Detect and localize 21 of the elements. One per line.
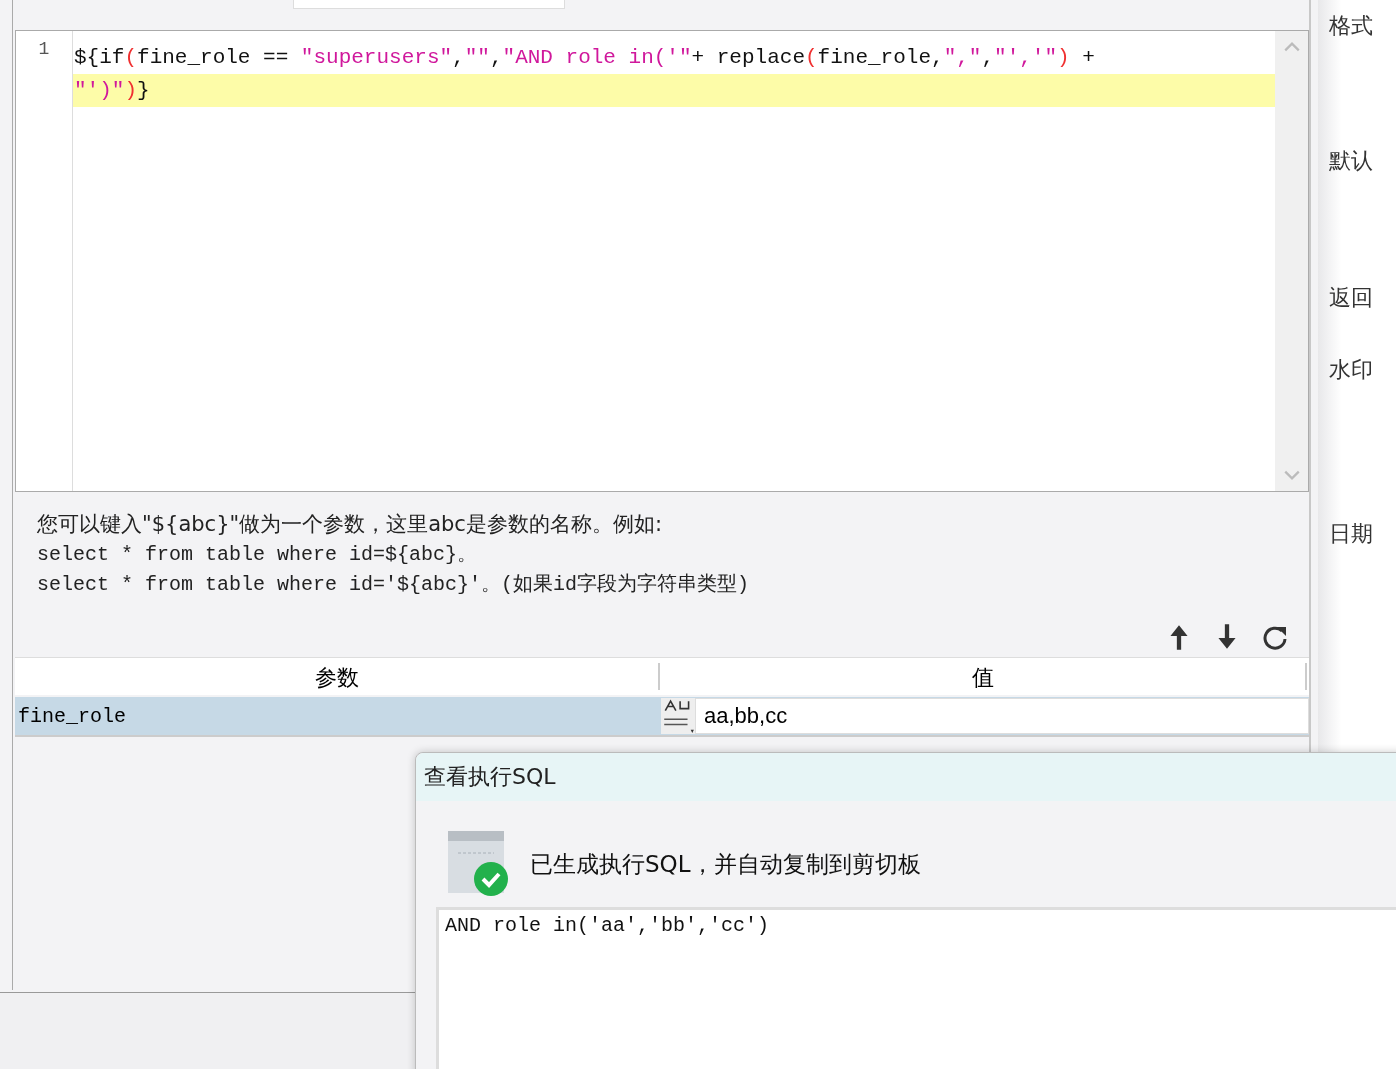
line-number: 1	[38, 39, 50, 59]
property-label: 日期	[1329, 520, 1373, 548]
column-header: 值	[660, 663, 1307, 690]
help-text: 您可以键入"${abc}"做为一个参数，这里abc是参数的名称。例如:	[37, 511, 663, 538]
code-line: ${if(fine_role == "superusers","","AND role in('"+ replace(fine_role,",","','") +	[73, 45, 1096, 71]
toolbar-field[interactable]	[293, 0, 565, 9]
column-header: 参数	[15, 663, 660, 690]
help-text: select * from table where id=${abc}。	[37, 542, 479, 568]
sql-text-area[interactable]: AND role in('aa','bb','cc')	[436, 907, 1396, 1069]
value-field[interactable]: aa,bb,cc	[695, 698, 1309, 734]
dialog-message: 已生成执行SQL，并自动复制到剪切板	[530, 849, 921, 879]
help-text: select * from table where id='${abc}'。(如果id字段为字符串类型)	[37, 572, 751, 598]
property-label: 默认	[1329, 147, 1373, 175]
property-label: 水印	[1329, 356, 1373, 384]
table-cell-text: fine_role	[17, 704, 128, 728]
property-label: 格式	[1329, 12, 1373, 40]
type-icon[interactable]	[661, 698, 695, 734]
table-row[interactable]: fine_role aa,bb,cc	[15, 697, 1309, 737]
dialog-title: 查看执行SQL	[424, 764, 556, 789]
property-label: 返回	[1329, 284, 1373, 312]
success-icon	[448, 831, 510, 897]
